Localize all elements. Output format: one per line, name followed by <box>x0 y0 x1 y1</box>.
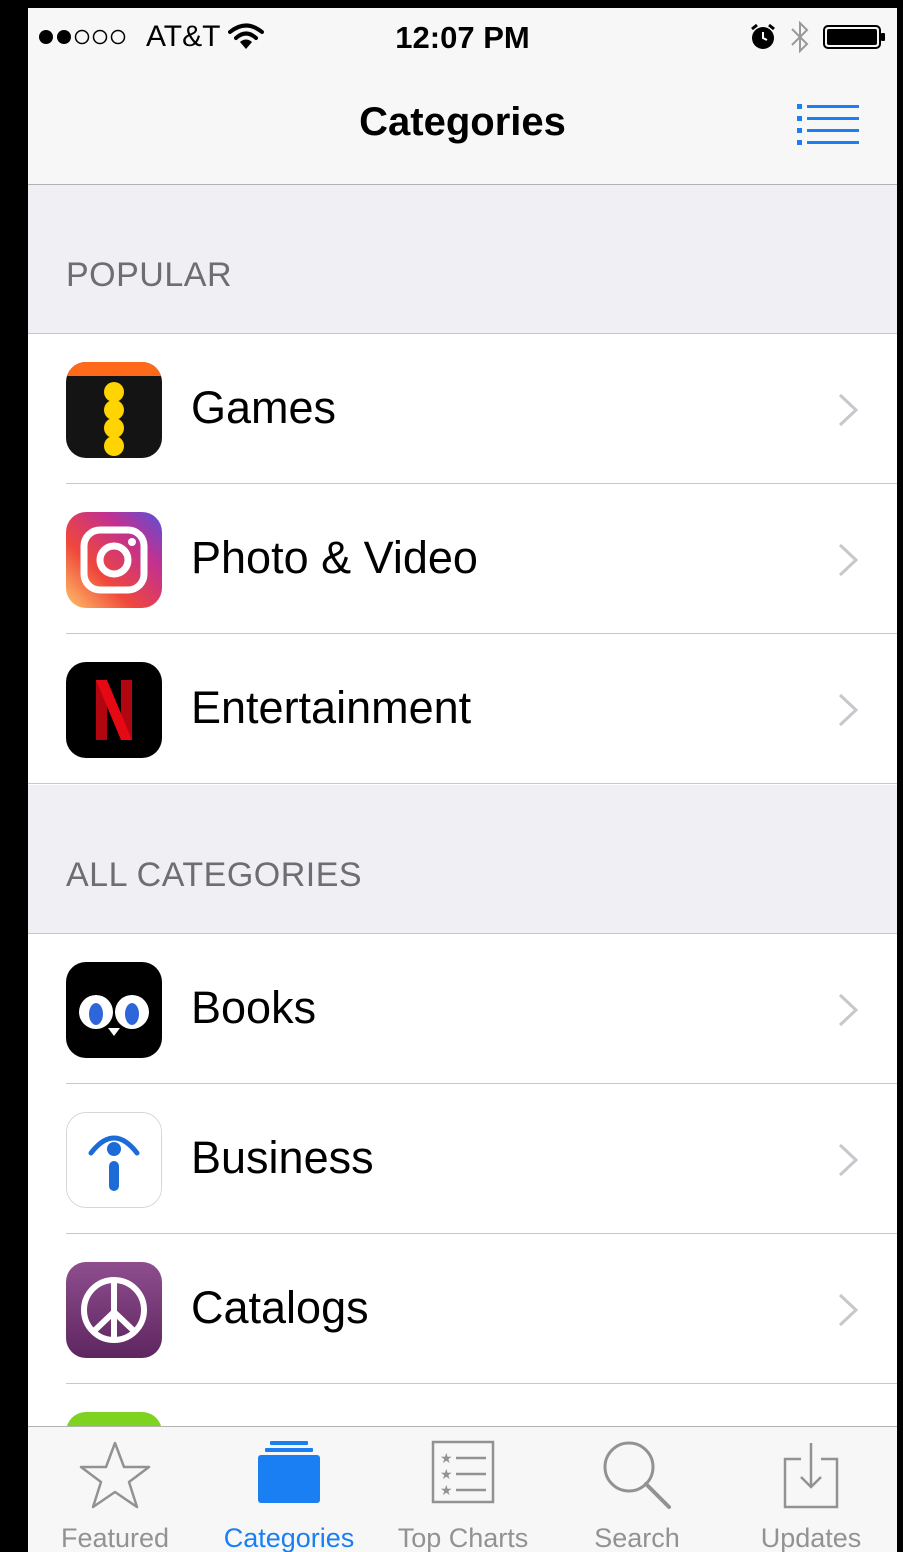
chevron-right-icon <box>838 693 859 727</box>
tab-featured[interactable]: Featured <box>28 1427 202 1552</box>
top-charts-icon: ★ ★ ★ <box>431 1440 495 1504</box>
tab-bar: Featured Categories ★ ★ ★ Top Charts Sea… <box>28 1426 897 1552</box>
owl-app-icon <box>66 962 162 1058</box>
chevron-right-icon <box>838 393 859 427</box>
svg-text:★: ★ <box>440 1483 453 1499</box>
categories-icon <box>258 1441 320 1503</box>
tab-search[interactable]: Search <box>550 1427 724 1552</box>
section-title: POPULAR <box>66 256 232 294</box>
chevron-right-icon <box>838 1143 859 1177</box>
category-label: Games <box>191 382 337 433</box>
tab-label: Top Charts <box>397 1523 529 1552</box>
section-header-popular: POPULAR <box>28 185 897 334</box>
category-label: Business <box>191 1132 374 1183</box>
row-divider <box>28 783 897 784</box>
bluetooth-icon <box>791 20 809 54</box>
svg-text:★: ★ <box>440 1467 453 1483</box>
section-title: ALL CATEGORIES <box>66 856 363 894</box>
navigation-bar: Categories <box>28 68 897 185</box>
category-row-entertainment[interactable]: Entertainment <box>28 634 897 784</box>
app-screen: AT&T 12:07 PM Categories POPULAR Games P… <box>28 8 897 1552</box>
tab-label: Updates <box>760 1523 862 1552</box>
category-label: Entertainment <box>191 682 472 733</box>
page-title: Categories <box>359 100 566 144</box>
list-icon[interactable] <box>797 102 859 146</box>
info-app-icon <box>66 1112 162 1208</box>
category-label: Catalogs <box>191 1282 369 1333</box>
category-row-business[interactable]: Business <box>28 1084 897 1234</box>
status-right <box>749 20 887 54</box>
category-row-catalogs[interactable]: Catalogs <box>28 1234 897 1384</box>
chevron-right-icon <box>838 993 859 1027</box>
alarm-icon <box>751 23 775 49</box>
games-app-icon <box>66 362 162 458</box>
peace-app-icon <box>66 1262 162 1358</box>
camera-app-icon <box>66 512 162 608</box>
search-icon <box>603 1441 671 1509</box>
tab-label: Search <box>594 1523 680 1552</box>
svg-text:★: ★ <box>440 1451 453 1467</box>
category-row-photo-video[interactable]: Photo & Video <box>28 484 897 634</box>
status-bar: AT&T 12:07 PM <box>28 8 897 68</box>
chevron-right-icon <box>838 543 859 577</box>
updates-icon <box>783 1443 839 1509</box>
category-row-games[interactable]: Games <box>28 334 897 484</box>
tab-label: Featured <box>60 1523 170 1552</box>
category-label: Photo & Video <box>191 532 478 583</box>
section-header-all-categories: ALL CATEGORIES <box>28 785 897 934</box>
tab-updates[interactable]: Updates <box>724 1427 897 1552</box>
tab-label: Categories <box>223 1523 355 1552</box>
category-label: Books <box>191 982 317 1033</box>
chevron-right-icon <box>838 1293 859 1327</box>
category-row-books[interactable]: Books <box>28 934 897 1084</box>
battery-icon <box>823 25 885 49</box>
tab-top-charts[interactable]: ★ ★ ★ Top Charts <box>376 1427 550 1552</box>
netflix-app-icon <box>66 662 162 758</box>
star-icon <box>79 1441 151 1509</box>
tab-categories[interactable]: Categories <box>202 1427 376 1552</box>
